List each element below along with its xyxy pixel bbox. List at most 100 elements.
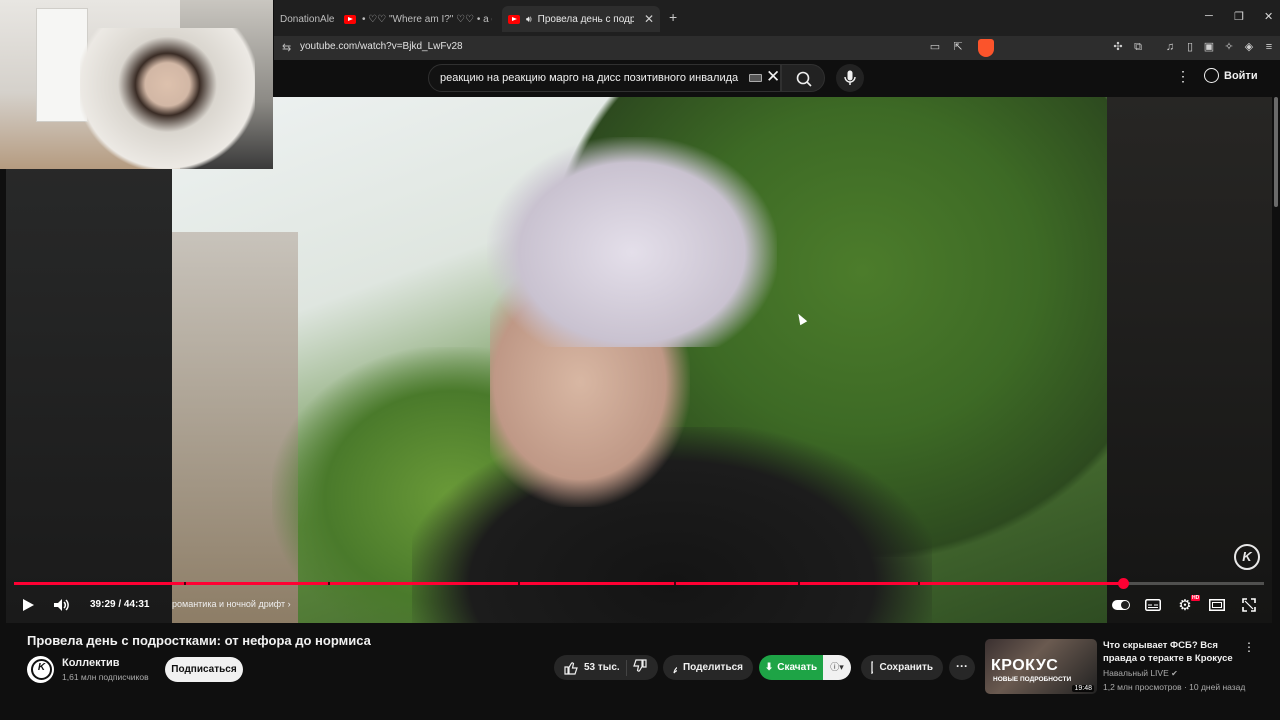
thumbnail-subtitle: НОВЫЕ ПОДРОБНОСТИ [993,676,1072,683]
tab-label: • ♡♡ "Where am I?" ♡♡ • a dreamcore [362,13,492,25]
recommendation-channel[interactable]: Навальный LIVE ✔ [1103,668,1178,678]
save-button[interactable]: Сохранить [861,655,943,680]
extension-icon[interactable]: ⧉ [1130,39,1146,55]
chapter-marker [798,582,800,585]
keyboard-icon[interactable] [749,74,762,82]
save-label: Сохранить [879,662,933,673]
minimize-icon[interactable]: ─ [1205,10,1213,22]
play-icon [23,599,34,611]
download-button[interactable]: ⬇ Скачать [759,655,823,680]
video-title: Провела день с подростками: от нефора до… [27,633,371,648]
leo-ai-icon[interactable]: ✧ [1221,39,1237,55]
brave-shields-icon[interactable] [978,39,994,57]
tab-label: DonationAlerts [280,13,334,25]
voice-search-button[interactable] [836,64,864,92]
page-scrollbar[interactable] [1274,97,1278,207]
search-button[interactable] [781,64,825,92]
subtitles-icon [1145,599,1161,611]
progress-played [14,582,1123,585]
like-button[interactable]: 53 тыс. [564,661,620,675]
subscribe-button[interactable]: Подписаться [165,657,243,682]
recommendation-meta: 1,2 млн просмотров · 10 дней назад [1103,682,1246,692]
like-count: 53 тыс. [584,662,620,673]
audio-playing-icon[interactable]: 🔊︎ [526,14,532,25]
verified-icon: ✔ [1171,669,1178,678]
search-query: реакцию на реакцию марго на дисс позитив… [440,72,739,84]
close-window-icon[interactable]: ✕ [1264,10,1273,23]
restore-icon[interactable]: ❐ [1234,10,1244,23]
video-player[interactable]: K 39:29 / 44:31 романтика и ночной дрифт… [6,97,1272,623]
gear-icon: ⚙ [1178,597,1192,614]
cast-icon[interactable]: ▭ [927,39,943,55]
wallet-icon[interactable]: ▣ [1201,39,1217,55]
tab-label: Провела день с подростками [537,13,634,25]
fullscreen-icon [1242,598,1256,612]
scrubber-handle[interactable] [1117,578,1129,589]
recommendation-title[interactable]: Что скрывает ФСБ? Вся правда о теракте в… [1103,639,1238,665]
extensions-icon[interactable]: ✣ [1110,39,1126,55]
menu-icon[interactable]: ≡ [1261,39,1277,55]
youtube-favicon-icon [344,14,356,24]
play-button[interactable] [16,591,40,619]
chapter-marker [184,582,186,585]
microphone-icon [844,70,856,85]
tab-donationalerts[interactable]: DonationAlerts [274,6,334,32]
thumbnail-title: КРОКУС [991,657,1059,674]
recommendation-menu-icon[interactable]: ⋮ [1243,640,1255,654]
youtube-favicon-icon [508,14,520,24]
channel-watermark[interactable]: K [1234,544,1260,570]
blurred-side-left [6,97,172,623]
download-label: Скачать [777,662,818,673]
search-input[interactable]: реакцию на реакцию марго на дисс позитив… [428,64,781,92]
tab-dreamcore[interactable]: • ♡♡ "Where am I?" ♡♡ • a dreamcore [338,6,498,32]
share-icon [673,666,677,673]
progress-bar[interactable] [14,578,1264,589]
download-options-button[interactable]: ⓘ▾ [823,655,851,680]
signin-label: Войти [1224,69,1258,82]
streamer-webcam [0,0,273,169]
video-person-hair [487,137,777,347]
share-page-icon[interactable]: ⇱ [950,39,966,55]
recommendation-channel-name: Навальный LIVE [1103,668,1169,678]
close-tab-icon[interactable]: ✕ [644,12,654,26]
thumbs-down-icon [632,659,647,672]
channel-avatar[interactable] [27,656,54,683]
chapter-marker [674,582,676,585]
video-frame[interactable] [172,97,1107,623]
webcam-streamer [80,28,255,169]
media-icon[interactable]: ♫ [1162,39,1178,55]
url-field[interactable]: youtube.com/watch?v=Bjkd_LwFv28 [300,41,463,52]
share-button[interactable]: Поделиться [663,655,753,680]
channel-name[interactable]: Коллектив [62,657,120,669]
clear-search-icon[interactable]: ✕ [766,67,780,87]
volume-icon [54,599,69,611]
info-icon: ⓘ▾ [830,662,844,672]
fullscreen-button[interactable] [1238,591,1260,619]
site-settings-icon[interactable]: ⇆ [282,41,291,54]
account-icon [1204,68,1219,83]
theater-mode-button[interactable] [1206,591,1228,619]
download-icon: ⬇ [764,662,774,673]
settings-menu-icon[interactable]: ⋮ [1176,68,1190,85]
mute-button[interactable] [50,591,74,619]
youtube-header: реакцию на реакцию марго на дисс позитив… [274,60,1280,97]
signin-button[interactable]: Войти [1204,68,1258,83]
chapter-marker [518,582,520,585]
recommendation-thumbnail[interactable]: КРОКУС НОВЫЕ ПОДРОБНОСТИ 19:48 [985,639,1097,694]
video-duration: 19:48 [1072,685,1094,692]
more-actions-button[interactable]: ··· [949,655,975,680]
sidebar-icon[interactable]: ▯ [1182,39,1198,55]
subtitles-button[interactable] [1142,591,1164,619]
dislike-button[interactable] [632,659,647,676]
chapter-title[interactable]: романтика и ночной дрифт › [172,599,291,609]
new-tab-button[interactable]: + [669,9,677,25]
autoplay-toggle[interactable] [1112,600,1130,610]
vpn-icon[interactable]: ◈ [1241,39,1257,55]
tab-current-video[interactable]: 🔊︎ Провела день с подростками ✕ [502,6,660,32]
thumbs-up-icon [564,661,578,675]
search-icon [796,71,812,87]
theater-icon [1209,599,1225,611]
chapter-label: романтика и ночной дрифт [172,599,286,609]
more-horizontal-icon: ··· [956,659,968,673]
chevron-right-icon: › [287,599,291,609]
